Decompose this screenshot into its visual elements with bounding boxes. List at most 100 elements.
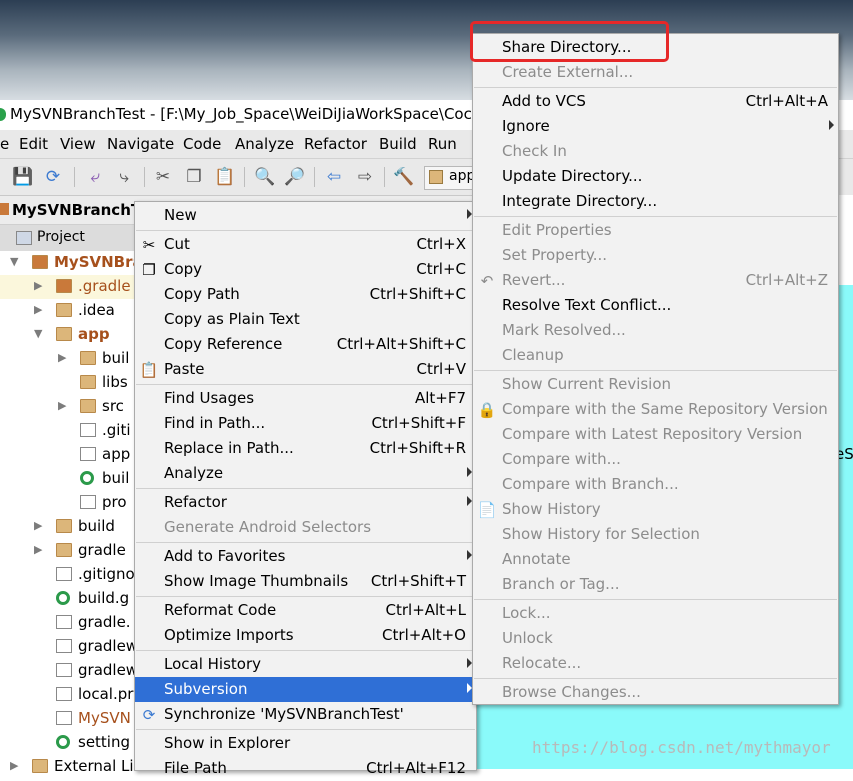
tree-item[interactable]: local.pr [0,683,134,707]
tree-item[interactable]: libs [0,371,134,395]
menu-item-cut[interactable]: ✂ Cut Ctrl+X [135,232,476,257]
menu-item-lock[interactable]: Lock... [473,601,838,626]
build-icon[interactable]: 🔨 [393,166,415,188]
find-icon[interactable]: 🔍 [254,166,276,188]
expand-right-icon[interactable]: ▶ [34,519,42,532]
menu-item-analyze[interactable]: Analyze [135,461,476,486]
menu-item-browse-changes[interactable]: Browse Changes... [473,680,838,705]
menu-view[interactable]: View [60,135,96,153]
menu-item-mark-resolved[interactable]: Mark Resolved... [473,318,838,343]
menu-build[interactable]: Build [379,135,417,153]
menu-item-copy-reference[interactable]: Copy Reference Ctrl+Alt+Shift+C [135,332,476,357]
menu-item-add-to-favorites[interactable]: Add to Favorites [135,544,476,569]
breadcrumb-project[interactable]: MySVNBranchTe [12,201,149,219]
menu-item-show-image-thumbnails[interactable]: Show Image Thumbnails Ctrl+Shift+T [135,569,476,594]
tree-item[interactable]: ▶ .gradle [0,275,134,299]
menu-item-compare-with-branch[interactable]: Compare with Branch... [473,472,838,497]
cut-icon[interactable]: ✂ [152,166,174,188]
menu-item-copy[interactable]: ❐ Copy Ctrl+C [135,257,476,282]
save-icon[interactable]: 💾 [12,166,34,188]
menu-item-replace-in-path[interactable]: Replace in Path... Ctrl+Shift+R [135,436,476,461]
menu-item-check-in[interactable]: Check In [473,139,838,164]
tree-item[interactable]: pro [0,491,134,515]
expand-right-icon[interactable]: ▶ [58,399,66,412]
menu-item-annotate[interactable]: Annotate [473,547,838,572]
menu-item-set-property[interactable]: Set Property... [473,243,838,268]
tree-item[interactable]: app [0,443,134,467]
menu-item-compare-with-the-same-repository-version[interactable]: 🔒 Compare with the Same Repository Versio… [473,397,838,422]
menu-item-find-in-path[interactable]: Find in Path... Ctrl+Shift+F [135,411,476,436]
menu-navigate[interactable]: Navigate [107,135,174,153]
menu-item-resolve-text-conflict[interactable]: Resolve Text Conflict... [473,293,838,318]
menu-item-branch-or-tag[interactable]: Branch or Tag... [473,572,838,597]
menu-item-refactor[interactable]: Refactor [135,490,476,515]
tree-item[interactable]: ▶ src [0,395,134,419]
tree-item[interactable]: .giti [0,419,134,443]
menu-item-copy-path[interactable]: Copy Path Ctrl+Shift+C [135,282,476,307]
menu-item-find-usages[interactable]: Find Usages Alt+F7 [135,386,476,411]
menu-edit[interactable]: Edit [19,135,48,153]
menu-item-integrate-directory[interactable]: Integrate Directory... [473,189,838,214]
menu-item-show-current-revision[interactable]: Show Current Revision [473,372,838,397]
tree-item[interactable]: .gitigno [0,563,134,587]
menu-item-relocate[interactable]: Relocate... [473,651,838,676]
menu-item-show-history[interactable]: 📄 Show History [473,497,838,522]
back-icon[interactable]: ⇦ [323,166,345,188]
menu-item-subversion[interactable]: Subversion [135,677,476,702]
expand-right-icon[interactable]: ▶ [34,279,42,292]
menu-item-paste[interactable]: 📋 Paste Ctrl+V [135,357,476,382]
project-panel-title[interactable]: Project [37,229,85,245]
tree-item[interactable]: ▶ .idea [0,299,134,323]
copy-icon[interactable]: ❐ [183,166,205,188]
tree-item[interactable]: ▶ External Lil [0,755,134,779]
tree-item[interactable]: ▼ app [0,323,134,347]
paste-icon[interactable]: 📋 [214,166,236,188]
menu-item-local-history[interactable]: Local History [135,652,476,677]
undo-icon[interactable]: ⤶ [84,166,106,188]
menu-code[interactable]: Code [183,135,221,153]
menu-item-edit-properties[interactable]: Edit Properties [473,218,838,243]
tree-item[interactable]: ▶ gradle [0,539,134,563]
sync-icon[interactable]: ⟳ [42,166,64,188]
tree-item[interactable]: ▶ build [0,515,134,539]
expand-down-icon[interactable]: ▼ [10,255,18,268]
expand-right-icon[interactable]: ▶ [34,303,42,316]
expand-right-icon[interactable]: ▶ [58,351,66,364]
menu-item-generate-android-selectors[interactable]: Generate Android Selectors [135,515,476,540]
menu-item-add-to-vcs[interactable]: Add to VCS Ctrl+Alt+A [473,89,838,114]
menu-run[interactable]: Run [428,135,457,153]
menu-item-ignore[interactable]: Ignore [473,114,838,139]
tree-item[interactable]: gradlew [0,635,134,659]
menu-item-show-in-explorer[interactable]: Show in Explorer [135,731,476,756]
menu-analyze[interactable]: Analyze [235,135,294,153]
menu-item-copy-as-plain-text[interactable]: Copy as Plain Text [135,307,476,332]
menu-item-cleanup[interactable]: Cleanup [473,343,838,368]
tree-item[interactable]: ▼ MySVNBra [0,251,134,275]
menu-item-optimize-imports[interactable]: Optimize Imports Ctrl+Alt+O [135,623,476,648]
menu-item-reformat-code[interactable]: Reformat Code Ctrl+Alt+L [135,598,476,623]
tree-item[interactable]: MySVN [0,707,134,731]
menu-item-show-history-for-selection[interactable]: Show History for Selection [473,522,838,547]
menu-item-new[interactable]: New [135,203,476,228]
menu-item-update-directory[interactable]: Update Directory... [473,164,838,189]
menu-item-create-external[interactable]: Create External... [473,60,838,85]
tree-item[interactable]: buil [0,467,134,491]
menu-file[interactable]: e [0,135,9,153]
menu-item-revert[interactable]: ↶ Revert... Ctrl+Alt+Z [473,268,838,293]
tree-item[interactable]: setting [0,731,134,755]
expand-right-icon[interactable]: ▶ [34,543,42,556]
tree-item[interactable]: build.g [0,587,134,611]
replace-icon[interactable]: 🔎 [284,166,306,188]
redo-icon[interactable]: ⤷ [113,166,135,188]
tree-item[interactable]: gradle. [0,611,134,635]
forward-icon[interactable]: ⇨ [354,166,376,188]
menu-item-compare-with[interactable]: Compare with... [473,447,838,472]
tree-item[interactable]: gradlew [0,659,134,683]
menu-refactor[interactable]: Refactor [304,135,367,153]
expand-down-icon[interactable]: ▼ [34,327,42,340]
expand-right-icon[interactable]: ▶ [10,759,18,772]
menu-item-unlock[interactable]: Unlock [473,626,838,651]
menu-item-compare-with-latest-repository-version[interactable]: Compare with Latest Repository Version [473,422,838,447]
tree-item[interactable]: ▶ buil [0,347,134,371]
menu-item-synchronize-mysvnbranchtest[interactable]: ⟳ Synchronize 'MySVNBranchTest' [135,702,476,727]
